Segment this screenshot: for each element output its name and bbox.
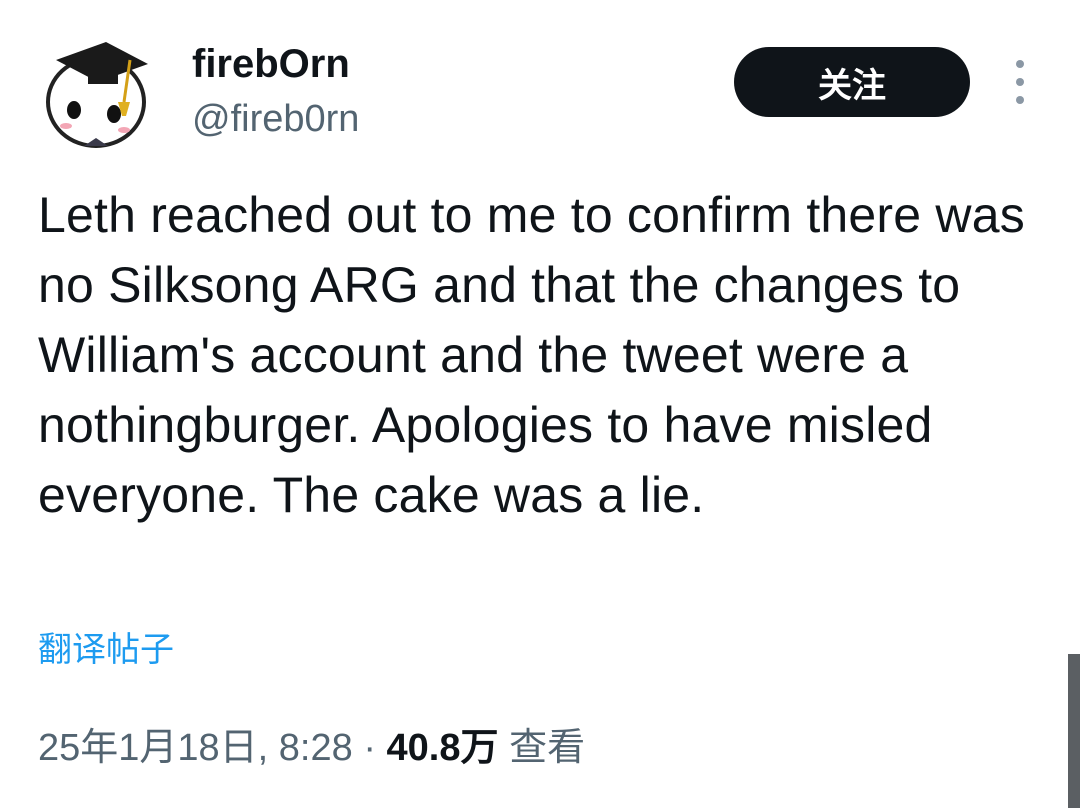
avatar-graduation-cap-character-icon — [46, 42, 148, 148]
author-handle[interactable]: @fireb0rn — [192, 96, 359, 142]
more-vertical-icon[interactable] — [1002, 60, 1038, 104]
views-label: 查看 — [509, 727, 586, 769]
tweet-meta: 25年1月18日, 8:28 · 40.8万 查看 — [38, 722, 585, 774]
author-avatar[interactable] — [36, 28, 160, 152]
author-display-name[interactable]: firebOrn — [192, 40, 350, 88]
more-dot — [1016, 60, 1024, 68]
more-dot — [1016, 96, 1024, 104]
follow-button[interactable]: 关注 — [734, 47, 970, 117]
translate-post-link[interactable]: 翻译帖子 — [38, 626, 174, 674]
meta-separator: · — [363, 727, 376, 769]
tweet-timestamp[interactable]: 25年1月18日, 8:28 — [38, 727, 353, 769]
views-count: 40.8万 — [386, 727, 499, 769]
tweet-text: Leth reached out to me to confirm there … — [38, 187, 1025, 523]
more-dot — [1016, 78, 1024, 86]
scrollbar[interactable] — [1068, 654, 1080, 808]
